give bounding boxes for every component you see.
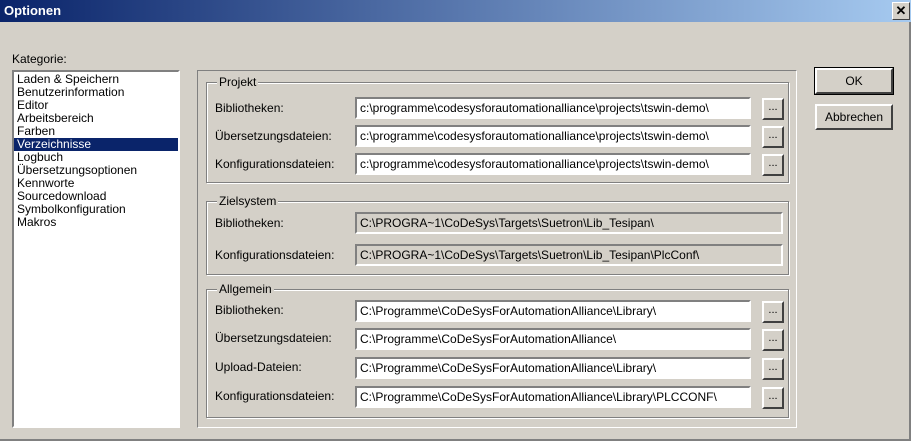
- allgemein-uebersetzung-field[interactable]: C:\Programme\CoDeSysForAutomationAllianc…: [355, 328, 751, 350]
- zielsystem-konfiguration-label: Konfigurationsdateien:: [215, 248, 335, 262]
- zielsystem-bibliotheken-field: C:\PROGRA~1\CoDeSys\Targets\Suetron\Lib_…: [355, 212, 783, 234]
- directories-panel: Projekt Bibliotheken: c:\programme\codes…: [197, 70, 797, 428]
- category-label: Kategorie:: [12, 52, 67, 66]
- close-button[interactable]: ✕: [892, 2, 910, 20]
- group-projekt: Projekt Bibliotheken: c:\programme\codes…: [206, 75, 789, 183]
- category-item[interactable]: Makros: [14, 216, 178, 229]
- projekt-uebersetzung-label: Übersetzungsdateien:: [215, 129, 332, 143]
- allgemein-konfiguration-field[interactable]: C:\Programme\CoDeSysForAutomationAllianc…: [355, 386, 751, 408]
- group-zielsystem: Zielsystem Bibliotheken: C:\PROGRA~1\CoD…: [206, 194, 789, 275]
- allgemein-upload-browse-button[interactable]: ...: [762, 358, 784, 380]
- allgemein-upload-field[interactable]: C:\Programme\CoDeSysForAutomationAllianc…: [355, 357, 751, 379]
- allgemein-uebersetzung-browse-button[interactable]: ...: [762, 329, 784, 351]
- projekt-konfiguration-label: Konfigurationsdateien:: [215, 157, 335, 171]
- allgemein-bibliotheken-field[interactable]: C:\Programme\CoDeSysForAutomationAllianc…: [355, 300, 751, 322]
- projekt-bibliotheken-label: Bibliotheken:: [215, 101, 284, 115]
- allgemein-upload-label: Upload-Dateien:: [215, 360, 302, 374]
- window-title: Optionen: [4, 3, 62, 18]
- projekt-bibliotheken-field[interactable]: c:\programme\codesysforautomationallianc…: [355, 97, 751, 119]
- projekt-uebersetzung-field[interactable]: c:\programme\codesysforautomationallianc…: [355, 125, 751, 147]
- group-allgemein: Allgemein Bibliotheken: C:\Programme\CoD…: [206, 282, 789, 418]
- allgemein-bibliotheken-label: Bibliotheken:: [215, 303, 284, 317]
- allgemein-konfiguration-label: Konfigurationsdateien:: [215, 389, 335, 403]
- projekt-bibliotheken-browse-button[interactable]: ...: [762, 98, 784, 120]
- projekt-uebersetzung-browse-button[interactable]: ...: [762, 126, 784, 148]
- title-bar: Optionen ✕: [0, 0, 911, 22]
- cancel-button[interactable]: Abbrechen: [815, 104, 893, 130]
- ok-button[interactable]: OK: [814, 67, 894, 95]
- group-zielsystem-title: Zielsystem: [217, 194, 279, 208]
- allgemein-uebersetzung-label: Übersetzungsdateien:: [215, 331, 332, 345]
- group-projekt-title: Projekt: [217, 75, 259, 89]
- group-allgemein-title: Allgemein: [217, 282, 274, 296]
- category-list[interactable]: Laden & Speichern Benutzerinformation Edit…: [12, 70, 180, 428]
- projekt-konfiguration-field[interactable]: c:\programme\codesysforautomationallianc…: [355, 153, 751, 175]
- zielsystem-konfiguration-field: C:\PROGRA~1\CoDeSys\Targets\Suetron\Lib_…: [355, 244, 783, 266]
- options-dialog: Optionen ✕ Kategorie: Laden & Speichern B…: [0, 0, 911, 441]
- zielsystem-bibliotheken-label: Bibliotheken:: [215, 216, 284, 230]
- allgemein-bibliotheken-browse-button[interactable]: ...: [762, 301, 784, 323]
- projekt-konfiguration-browse-button[interactable]: ...: [762, 154, 784, 176]
- allgemein-konfiguration-browse-button[interactable]: ...: [762, 387, 784, 409]
